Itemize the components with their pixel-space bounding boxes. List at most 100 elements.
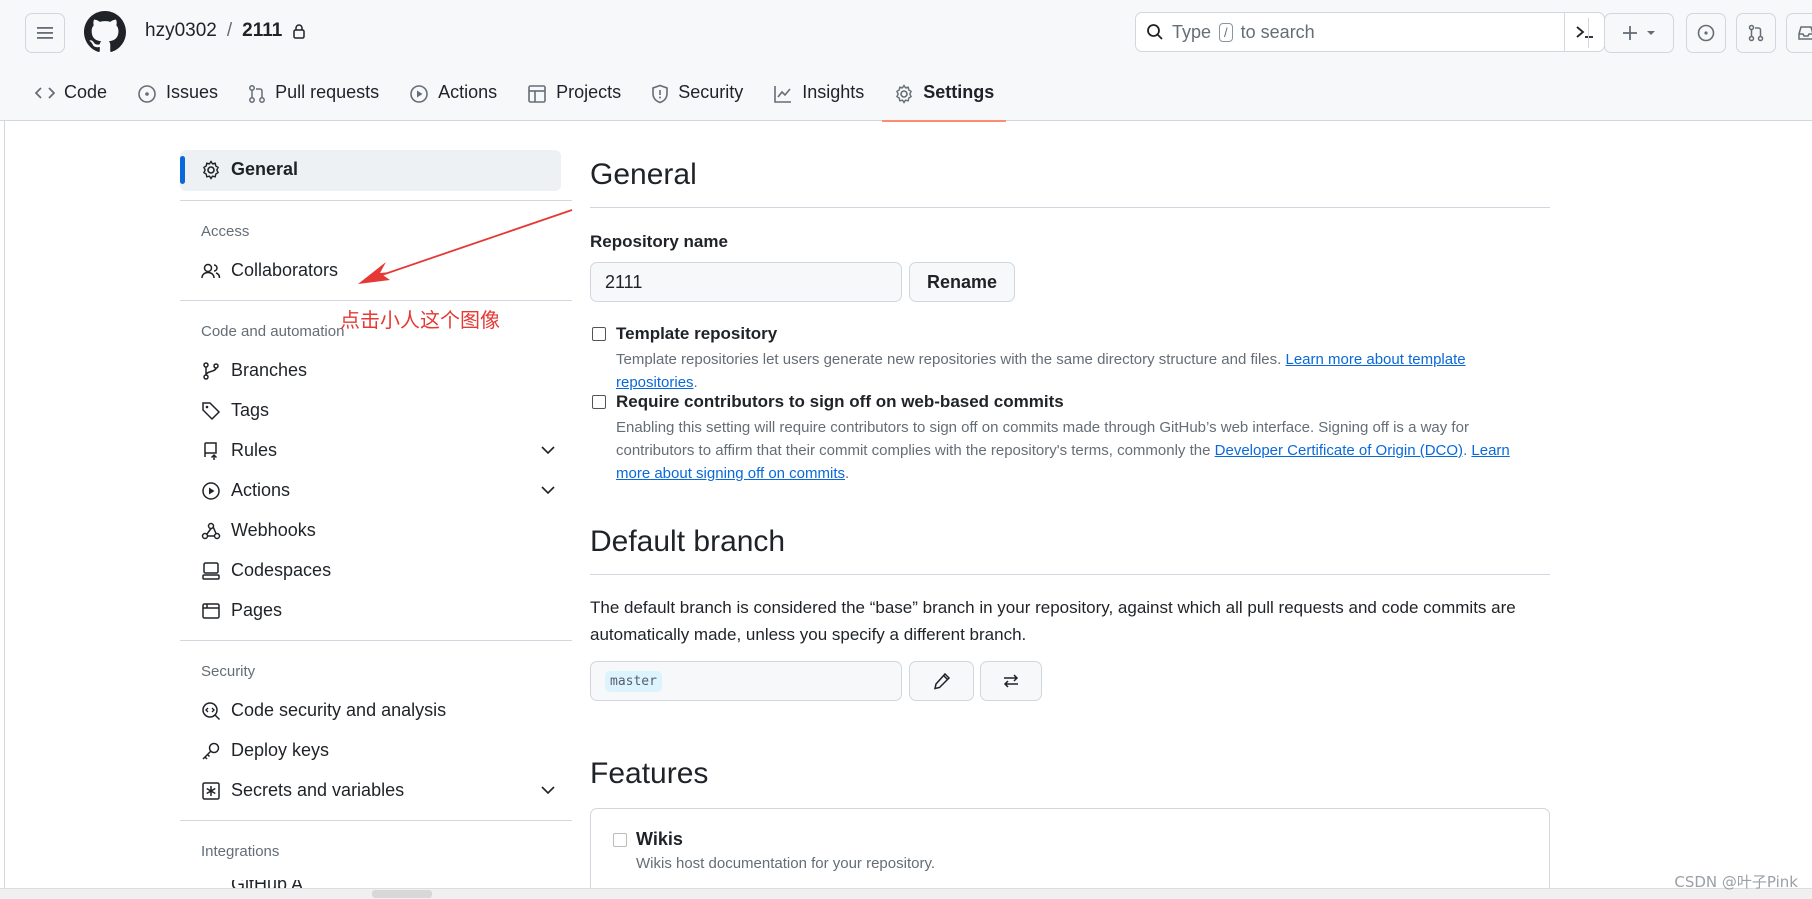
sidebar-item-secrets[interactable]: Secrets and variables	[201, 780, 556, 801]
sidebar-label: GitHub A	[231, 880, 303, 888]
browser-icon	[202, 602, 220, 619]
repo-push-icon	[204, 441, 218, 460]
default-branch-name: master	[605, 670, 662, 692]
pull-request-icon	[1748, 24, 1764, 42]
wikis-checkbox[interactable]	[613, 833, 627, 847]
tab-security[interactable]: Security	[649, 78, 753, 121]
tab-label: Pull requests	[275, 82, 380, 102]
search-input[interactable]: Type / to search	[1135, 12, 1605, 52]
tab-pull-requests[interactable]: Pull requests	[246, 78, 389, 121]
menu-button[interactable]	[25, 13, 65, 53]
sidebar-label: Webhooks	[231, 520, 316, 540]
sidebar-item-github-apps[interactable]: GitHub A	[201, 880, 556, 888]
sidebar-item-webhooks[interactable]: Webhooks	[201, 520, 556, 541]
create-new-button[interactable]	[1604, 13, 1674, 53]
scrollbar-thumb[interactable]	[372, 890, 432, 898]
sidebar-heading-access: Access	[201, 223, 250, 240]
issue-opened-icon	[138, 85, 156, 103]
breadcrumb: hzy0302 / 2111	[145, 20, 306, 42]
tag-icon	[202, 401, 221, 420]
section-title-default-branch: Default branch	[590, 525, 786, 558]
chevron-down-icon[interactable]	[540, 484, 556, 496]
switch-branch-button[interactable]	[980, 661, 1042, 701]
template-period: .	[693, 374, 698, 391]
sidebar-item-rules[interactable]: Rules	[201, 440, 556, 461]
sidebar-item-actions[interactable]: Actions	[201, 480, 556, 501]
sidebar-item-tags[interactable]: Tags	[201, 400, 556, 421]
github-logo-icon[interactable]	[84, 11, 126, 53]
people-icon	[201, 263, 221, 278]
command-palette-button[interactable]	[1564, 13, 1604, 51]
play-icon	[202, 481, 220, 500]
key-asterisk-icon	[202, 781, 220, 800]
signoff-title: Require contributors to sign off on web-…	[616, 392, 1064, 411]
sidebar-heading-integrations: Integrations	[201, 843, 280, 860]
sidebar-label: Tags	[231, 400, 270, 420]
repo-owner-link[interactable]: hzy0302	[145, 20, 217, 42]
default-branch-field: master	[590, 661, 902, 701]
repository-name-label: Repository name	[590, 232, 728, 251]
sidebar-divider	[180, 640, 572, 641]
horizontal-scrollbar[interactable]	[0, 888, 1812, 899]
sidebar-heading-code-automation: Code and automation	[201, 323, 345, 340]
gear-icon	[896, 84, 913, 104]
chevron-down-icon[interactable]	[540, 784, 556, 796]
sidebar-label: Actions	[231, 480, 291, 500]
sidebar-divider	[180, 300, 572, 301]
rename-branch-button[interactable]	[909, 661, 974, 701]
repo-tabs: Code Issues Pull requests Actions Projec…	[33, 78, 1022, 122]
signoff-desc: Enabling this setting will require contr…	[616, 416, 1536, 485]
arrow-switch-icon	[1003, 674, 1019, 688]
tab-settings[interactable]: Settings	[882, 78, 1007, 122]
rename-button[interactable]: Rename	[909, 262, 1015, 302]
issues-button[interactable]	[1686, 13, 1726, 53]
webhook-icon	[201, 522, 221, 539]
gear-icon	[202, 159, 220, 180]
sidebar-item-code-security[interactable]: Code security and analysis	[201, 700, 556, 721]
sidebar-divider	[180, 820, 572, 821]
sidebar-label: Pages	[231, 600, 283, 620]
repository-name-input[interactable]: 2111	[590, 262, 902, 302]
sidebar-label: Branches	[231, 360, 308, 380]
tab-issues[interactable]: Issues	[135, 78, 228, 121]
plus-icon	[1623, 26, 1637, 40]
sidebar-label: Deploy keys	[231, 740, 330, 760]
sidebar-item-pages[interactable]: Pages	[201, 600, 556, 621]
tab-label: Security	[678, 82, 744, 102]
page-edge	[4, 121, 5, 889]
code-icon	[35, 87, 55, 99]
tab-actions[interactable]: Actions	[407, 78, 507, 121]
shield-icon	[652, 84, 668, 104]
sidebar-item-codespaces[interactable]: Codespaces	[201, 560, 556, 581]
dco-link[interactable]: Developer Certificate of Origin (DCO)	[1215, 442, 1463, 459]
repo-name-link[interactable]: 2111	[242, 20, 282, 42]
active-indicator	[180, 156, 185, 184]
sidebar-label: Secrets and variables	[231, 780, 405, 800]
sidebar-item-branches[interactable]: Branches	[201, 360, 556, 381]
wikis-desc: Wikis host documentation for your reposi…	[636, 855, 936, 872]
sidebar-label: General	[231, 159, 299, 179]
codescan-icon	[202, 701, 221, 720]
tab-projects[interactable]: Projects	[525, 78, 631, 121]
template-repository-checkbox[interactable]	[592, 327, 606, 341]
pull-requests-button[interactable]	[1736, 13, 1776, 53]
tab-insights[interactable]: Insights	[771, 78, 874, 121]
inbox-button[interactable]	[1786, 13, 1812, 53]
lock-icon	[293, 24, 306, 39]
sidebar-item-deploy-keys[interactable]: Deploy keys	[201, 740, 556, 761]
sidebar-item-general-content[interactable]: General	[201, 159, 556, 180]
signoff-mid: .	[1463, 442, 1468, 459]
header-divider	[1588, 18, 1589, 48]
chevron-down-icon[interactable]	[540, 444, 556, 456]
signoff-checkbox[interactable]	[592, 395, 606, 409]
sidebar-label: Collaborators	[231, 260, 339, 280]
tab-code[interactable]: Code	[33, 78, 117, 121]
sidebar-label: Code security and analysis	[231, 700, 447, 720]
section-title-general: General	[590, 158, 697, 191]
tab-label: Code	[64, 82, 108, 102]
app-header: hzy0302 / 2111 Type / to search Code Iss…	[0, 0, 1812, 122]
hamburger-icon	[37, 27, 53, 39]
sidebar-label: Codespaces	[231, 560, 332, 580]
section-divider	[590, 207, 1550, 208]
wikis-title: Wikis	[636, 829, 683, 849]
